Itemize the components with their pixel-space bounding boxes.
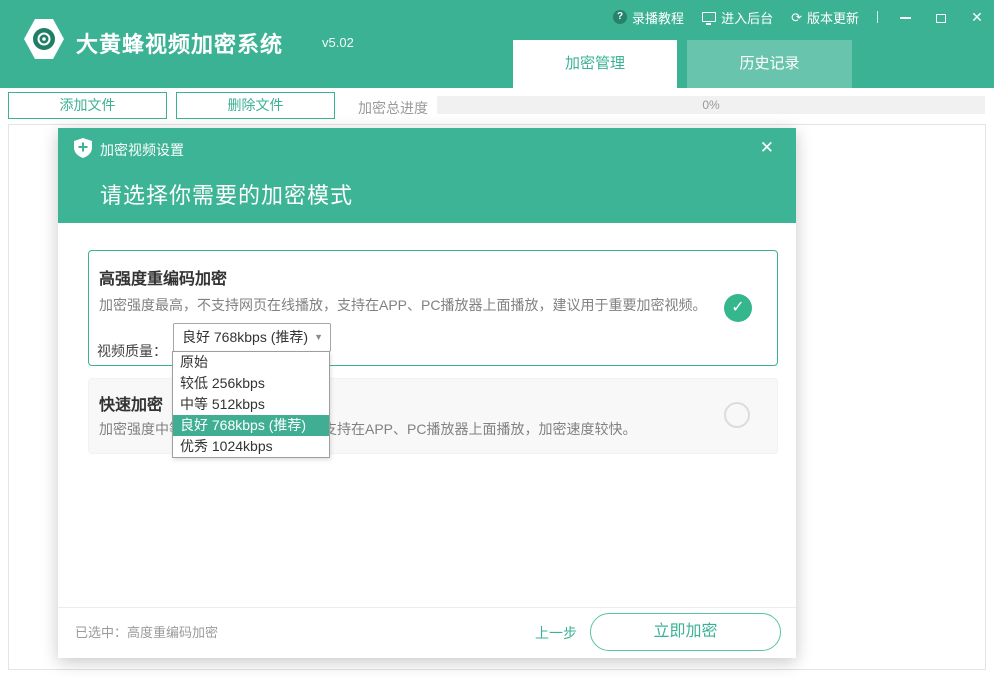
progress-label: 加密总进度	[358, 98, 428, 118]
tab-encrypt-manage[interactable]: 加密管理	[513, 40, 677, 88]
selected-mode-text: 已选中：高度重编码加密	[75, 608, 218, 658]
video-quality-label: 视频质量：	[97, 341, 167, 361]
maximize-button[interactable]	[932, 9, 950, 25]
option-fast-title: 快速加密	[99, 391, 163, 415]
chevron-down-icon: ▼	[314, 324, 323, 351]
quality-option-excellent[interactable]: 优秀 1024kbps	[173, 436, 329, 457]
update-link[interactable]: ⟳ 版本更新	[791, 8, 859, 27]
encrypt-settings-dialog: 加密视频设置 ✕ 请选择你需要的加密模式 高强度重编码加密 加密强度最高，不支持…	[58, 128, 796, 658]
update-link-label: 版本更新	[807, 8, 859, 27]
dialog-heading: 请选择你需要的加密模式	[100, 178, 353, 210]
video-quality-selected-value: 良好 768kbps (推荐)	[182, 329, 308, 345]
minimize-button[interactable]	[896, 9, 914, 25]
dialog-close-icon[interactable]: ✕	[760, 138, 774, 158]
minimize-icon	[900, 17, 911, 19]
dialog-title: 加密视频设置	[100, 140, 184, 160]
app-window: 大黄蜂视频加密系统 v5.02 ? 录播教程 进入后台 ⟳ 版本更新 ✕ 加密管…	[0, 0, 994, 678]
maximize-icon	[936, 14, 946, 23]
option-strong-title: 高强度重编码加密	[99, 265, 227, 289]
refresh-icon: ⟳	[791, 11, 802, 24]
monitor-icon	[702, 12, 716, 22]
tutorial-link-label: 录播教程	[632, 8, 684, 27]
title-bar: 大黄蜂视频加密系统 v5.02 ? 录播教程 进入后台 ⟳ 版本更新 ✕ 加密管…	[0, 0, 994, 88]
titlebar-separator	[877, 11, 878, 23]
titlebar-actions: ? 录播教程 进入后台 ⟳ 版本更新 ✕	[613, 6, 986, 28]
video-quality-dropdown: 原始 较低 256kbps 中等 512kbps 良好 768kbps (推荐)…	[172, 351, 330, 458]
dialog-header: 加密视频设置 ✕ 请选择你需要的加密模式	[58, 128, 796, 223]
progress-value: 0%	[437, 96, 985, 114]
option-strong-description: 加密强度最高，不支持网页在线播放，支持在APP、PC播放器上面播放，建议用于重要…	[99, 295, 706, 315]
video-quality-select[interactable]: 良好 768kbps (推荐) ▼	[173, 323, 331, 352]
quality-option-original[interactable]: 原始	[173, 352, 329, 373]
backend-link[interactable]: 进入后台	[702, 8, 773, 27]
unselected-radio-icon[interactable]	[724, 402, 750, 428]
shield-plus-icon	[74, 138, 92, 158]
toolbar: 添加文件 删除文件 加密总进度 0%	[0, 88, 994, 124]
back-step-button[interactable]: 上一步	[535, 608, 577, 658]
quality-option-low[interactable]: 较低 256kbps	[173, 373, 329, 394]
add-file-button[interactable]: 添加文件	[8, 92, 167, 119]
dialog-footer: 已选中：高度重编码加密 上一步 立即加密	[58, 607, 796, 658]
option-strong-encrypt[interactable]: 高强度重编码加密 加密强度最高，不支持网页在线播放，支持在APP、PC播放器上面…	[88, 250, 778, 366]
tab-history[interactable]: 历史记录	[687, 40, 852, 88]
delete-file-button[interactable]: 删除文件	[176, 92, 335, 119]
backend-link-label: 进入后台	[721, 8, 773, 27]
help-icon: ?	[613, 10, 627, 24]
app-logo-icon	[22, 17, 66, 61]
quality-option-medium[interactable]: 中等 512kbps	[173, 394, 329, 415]
total-progress-bar: 0%	[437, 96, 985, 114]
selected-check-icon[interactable]: ✓	[724, 294, 752, 322]
close-window-button[interactable]: ✕	[968, 9, 986, 26]
encrypt-now-button[interactable]: 立即加密	[590, 613, 781, 651]
app-title: 大黄蜂视频加密系统	[76, 27, 283, 59]
quality-option-good[interactable]: 良好 768kbps (推荐)	[173, 415, 329, 436]
tutorial-link[interactable]: ? 录播教程	[613, 8, 684, 27]
app-version: v5.02	[322, 35, 354, 50]
